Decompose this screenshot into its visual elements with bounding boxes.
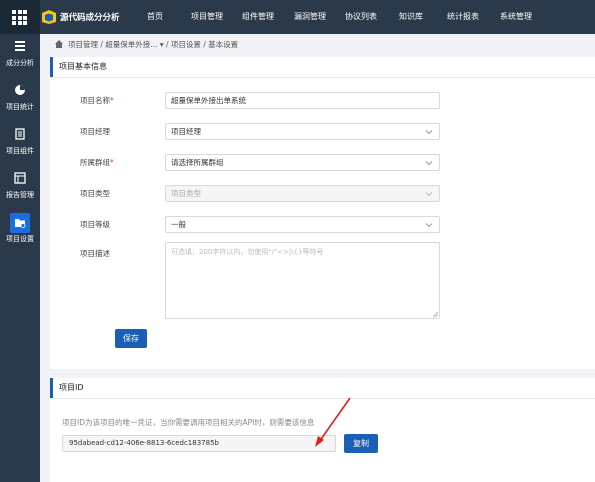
report-icon (14, 172, 26, 184)
sidebar-item-label: 成分分析 (6, 59, 34, 67)
nav-home[interactable]: 首页 (147, 11, 163, 22)
sidebar-item-label: 项目统计 (6, 103, 34, 111)
sidebar-item-label: 项目组件 (6, 147, 34, 155)
project-level-select[interactable]: 一般 (165, 216, 440, 233)
chevron-down-icon (425, 161, 433, 166)
nav-project-management[interactable]: 项目管理 (191, 11, 223, 22)
nav-vulnerability-management[interactable]: 漏洞管理 (294, 11, 326, 22)
folder-settings-icon (10, 213, 30, 233)
project-name-label: 项目名称* (80, 96, 114, 105)
project-name-input[interactable]: 超量保单外接出单系统 (165, 92, 440, 109)
save-button[interactable]: 保存 (115, 329, 147, 348)
project-manager-value: 项目经理 (171, 127, 201, 136)
group-label: 所属群组* (80, 158, 114, 167)
project-id-field[interactable]: 95dabead-cd12-406e-8813-6cedc183785b (62, 435, 336, 452)
project-id-hint: 项目ID为该项目的唯一凭证，当你需要调用项目相关的API时，则需要该信息 (62, 418, 315, 427)
sidebar-item-label: 报告管理 (6, 191, 34, 199)
nav-component-management[interactable]: 组件管理 (242, 11, 274, 22)
list-icon (15, 41, 25, 51)
project-type-label: 项目类型 (80, 189, 110, 198)
sidebar: 成分分析 项目统计 项目组件 报告管理 项目设置 (0, 34, 40, 482)
nav-system-management[interactable]: 系统管理 (500, 11, 532, 22)
nav-license-list[interactable]: 协议列表 (345, 11, 377, 22)
project-manager-label: 项目经理 (80, 127, 110, 136)
nav-knowledge-base[interactable]: 知识库 (399, 11, 423, 22)
annotation-arrow-icon (315, 397, 351, 447)
sidebar-item-label: 项目设置 (6, 235, 34, 243)
chevron-down-icon (425, 223, 433, 228)
app-logo-icon (41, 9, 57, 25)
app-title: 源代码成分分析 (60, 13, 120, 23)
chevron-down-icon (425, 192, 433, 197)
group-value: 请选择所属群组 (171, 158, 224, 167)
resize-handle-icon[interactable] (433, 312, 438, 317)
project-manager-select[interactable]: 项目经理 (165, 123, 440, 140)
description-placeholder: 可选填，200字符以内，勿使用"/"<>|\{}等符号 (171, 248, 324, 256)
home-icon[interactable] (54, 39, 64, 49)
document-icon (15, 128, 25, 140)
sidebar-item-report-management[interactable]: 报告管理 (0, 168, 40, 208)
project-level-label: 项目等级 (80, 220, 110, 229)
project-level-value: 一般 (171, 220, 186, 229)
panel-title: 项目基本信息 (50, 57, 595, 77)
sidebar-item-composition-analysis[interactable]: 成分分析 (0, 36, 40, 76)
sidebar-item-project-components[interactable]: 项目组件 (0, 124, 40, 164)
project-type-placeholder: 项目类型 (171, 189, 201, 198)
project-type-select: 项目类型 (165, 185, 440, 202)
sidebar-item-project-statistics[interactable]: 项目统计 (0, 80, 40, 120)
app-grid-button[interactable] (0, 0, 40, 34)
sidebar-item-project-settings[interactable]: 项目设置 (0, 212, 40, 252)
nav-statistics-report[interactable]: 统计报表 (447, 11, 479, 22)
grid-icon (12, 10, 27, 25)
pie-chart-icon (15, 85, 25, 95)
top-navigation-bar: 源代码成分分析 首页 项目管理 组件管理 漏洞管理 协议列表 知识库 统计报表 … (0, 0, 595, 34)
project-description-textarea[interactable]: 可选填，200字符以内，勿使用"/"<>|\{}等符号 (165, 242, 440, 319)
breadcrumb: 项目管理 / 超量保单外接... ▾ / 项目设置 / 基本设置 (40, 34, 595, 54)
breadcrumb-text[interactable]: 项目管理 / 超量保单外接... ▾ / 项目设置 / 基本设置 (68, 39, 238, 50)
project-description-label: 项目描述 (80, 249, 110, 258)
divider (50, 77, 595, 78)
chevron-down-icon (425, 130, 433, 135)
basic-info-panel: 项目基本信息 项目名称* 超量保单外接出单系统 项目经理 项目经理 所属群组* … (50, 57, 595, 369)
group-select[interactable]: 请选择所属群组 (165, 154, 440, 171)
